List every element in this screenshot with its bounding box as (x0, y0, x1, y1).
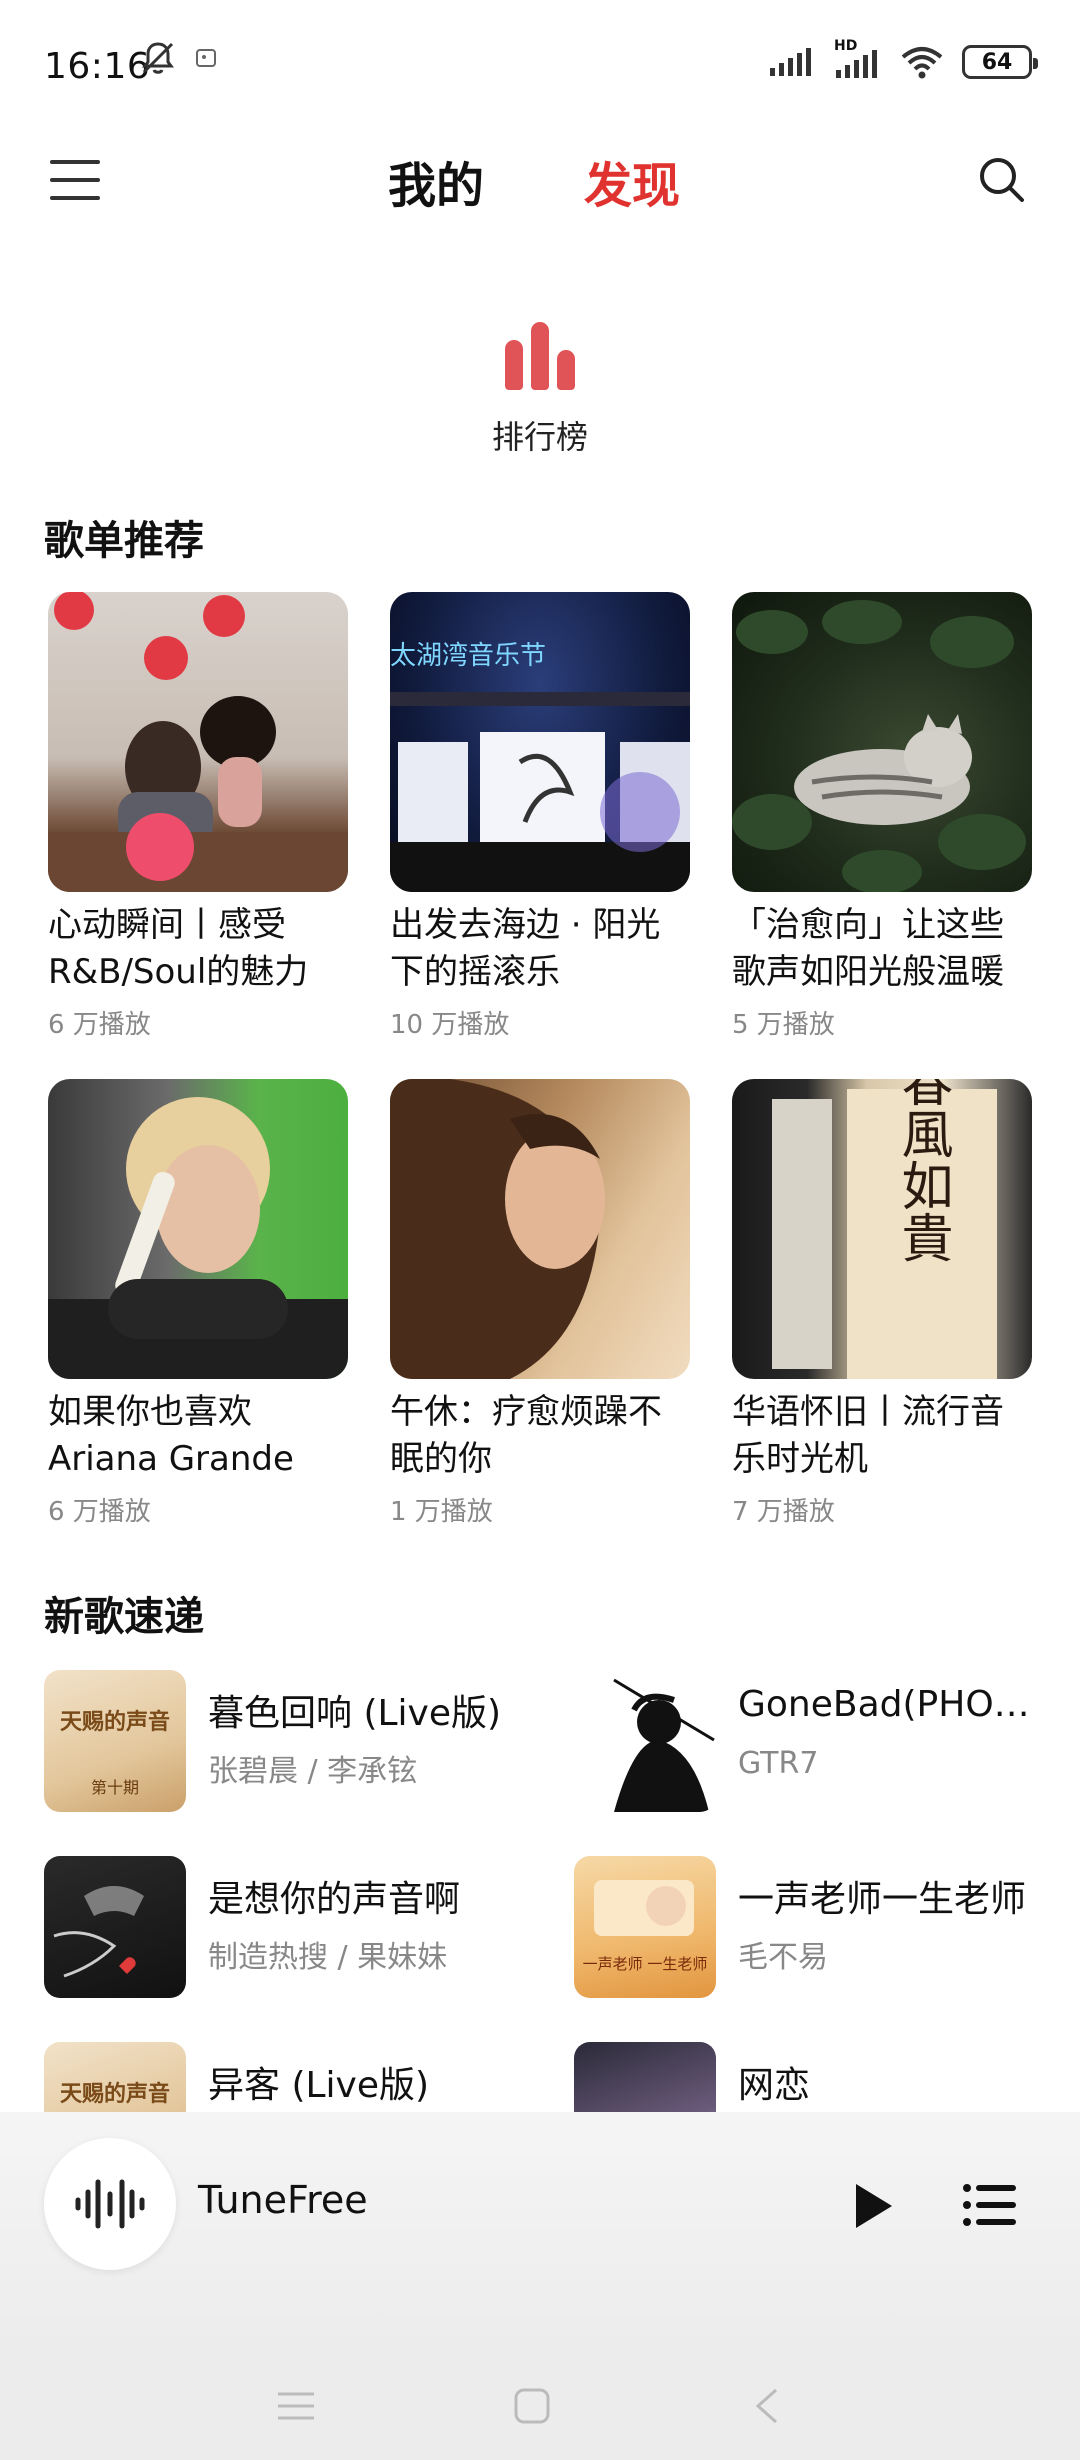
back-icon[interactable] (744, 2382, 792, 2430)
battery-level: 64 (981, 49, 1013, 75)
playlist-title: 「治愈向」让这些歌声如阳光般温暖 (732, 905, 1004, 992)
status-bar: 16:16 HD 64 (0, 0, 1080, 130)
playlist-cover (390, 1079, 690, 1379)
song-artist: 制造热搜 / 果妹妹 (208, 1940, 448, 1975)
new-songs-section-title: 新歌速递 (44, 1594, 204, 1640)
tab-mine[interactable]: 我的 (388, 146, 484, 216)
song-cover-title: 天赐的声音 (59, 2081, 170, 2107)
song-artist: GTR7 (738, 1746, 819, 1781)
playlist-title: 心动瞬间丨感受R&B/Soul的魅力 (48, 905, 309, 992)
playlist-grid: 心动瞬间丨感受R&B/Soul的魅力 6 万播放 太湖湾音乐节 出发去海边 · … (48, 592, 1032, 1528)
playlist-section-title: 歌单推荐 (44, 518, 204, 564)
playlist-title: 华语怀旧丨流行音乐时光机 (732, 1392, 1004, 1479)
playlist-cover: 春風如貴 (732, 1079, 1032, 1379)
playlist-card[interactable]: 心动瞬间丨感受R&B/Soul的魅力 6 万播放 (48, 592, 348, 1041)
wifi-icon (901, 47, 943, 79)
mini-player[interactable]: TuneFree (0, 2112, 1080, 2352)
song-title: GoneBad(PHONK) (738, 1684, 1038, 1725)
song-item[interactable]: GoneBad(PHONK) GTR7 (574, 1670, 1054, 1812)
playlist-cover: 太湖湾音乐节 (390, 592, 690, 892)
song-cover-subtitle: 第十期 (90, 1778, 139, 1797)
ranking-icon (502, 310, 578, 390)
playlist-play-count: 6 万播放 (48, 1010, 151, 1040)
notification-app-icon (196, 49, 216, 67)
home-icon[interactable] (508, 2382, 556, 2430)
playlist-play-count: 10 万播放 (390, 1010, 510, 1040)
playlist-card[interactable]: 太湖湾音乐节 出发去海边 · 阳光下的摇滚乐 10 万播放 (390, 592, 690, 1041)
playlist-card[interactable]: 如果你也喜欢Ariana Grande 6 万播放 (48, 1079, 348, 1528)
playlist-title: 如果你也喜欢Ariana Grande (48, 1392, 294, 1479)
song-cover: 天赐的声音 第十期 (44, 1670, 186, 1812)
song-item[interactable]: 是想你的声音啊 制造热搜 / 果妹妹 (44, 1856, 524, 1998)
playlist-queue-icon[interactable] (962, 2180, 1018, 2230)
player-artwork[interactable] (44, 2138, 176, 2270)
mute-bell-icon (142, 42, 174, 74)
playlist-play-count: 5 万播放 (732, 1010, 835, 1040)
playlist-cover (732, 592, 1032, 892)
song-cover: 一声老师 一生老师 (574, 1856, 716, 1998)
top-header: 我的 发现 (0, 130, 1080, 230)
playlist-card[interactable]: 午休：疗愈烦躁不眠的你 1 万播放 (390, 1079, 690, 1528)
song-item[interactable]: 一声老师 一生老师 一声老师一生老师 毛不易 (574, 1856, 1054, 1998)
playlist-card[interactable]: 「治愈向」让这些歌声如阳光般温暖 5 万播放 (732, 592, 1032, 1041)
waveform-icon (75, 2179, 145, 2229)
playlist-title: 午休：疗愈烦躁不眠的你 (390, 1392, 662, 1479)
battery-indicator: 64 (962, 45, 1038, 79)
player-title: TuneFree (198, 2178, 368, 2222)
playlist-cover (48, 592, 348, 892)
song-artist: 毛不易 (738, 1940, 828, 1975)
playlist-play-count: 7 万播放 (732, 1497, 835, 1527)
play-icon[interactable] (846, 2180, 898, 2232)
ranking-label: 排行榜 (491, 418, 588, 456)
signal-icon (770, 48, 811, 76)
playlist-cover (48, 1079, 348, 1379)
song-title: 网恋 (738, 2065, 811, 2106)
song-cover-text: 一声老师 一生老师 (582, 1955, 708, 1973)
song-title: 异客 (Live版) (208, 2065, 430, 2106)
playlist-card[interactable]: 春風如貴 华语怀旧丨流行音乐时光机 7 万播放 (732, 1079, 1032, 1528)
song-artist: 张碧晨 / 李承铉 (208, 1754, 418, 1789)
song-cover-title: 天赐的声音 (59, 1709, 170, 1735)
cover-calligraphy-text: 春風如貴 (892, 1079, 952, 1263)
song-title: 一声老师一生老师 (738, 1879, 1027, 1920)
system-nav-bar (0, 2352, 1080, 2460)
song-cover (44, 1856, 186, 1998)
menu-icon[interactable] (48, 154, 102, 206)
cover-festival-text: 太湖湾音乐节 (390, 641, 546, 671)
song-title: 是想你的声音啊 (208, 1879, 461, 1920)
search-icon[interactable] (972, 150, 1032, 210)
song-item[interactable]: 天赐的声音 第十期 暮色回响 (Live版) 张碧晨 / 李承铉 (44, 1670, 524, 1812)
status-time: 16:16 (44, 46, 151, 87)
song-cover (574, 1670, 716, 1812)
signal-hd-icon (836, 50, 877, 78)
tab-discover[interactable]: 发现 (584, 146, 680, 216)
song-title: 暮色回响 (Live版) (208, 1693, 502, 1734)
playlist-play-count: 6 万播放 (48, 1497, 151, 1527)
ranking-entry[interactable]: 排行榜 (470, 310, 610, 458)
playlist-play-count: 1 万播放 (390, 1497, 493, 1527)
recents-icon[interactable] (272, 2382, 320, 2430)
playlist-title: 出发去海边 · 阳光下的摇滚乐 (390, 905, 661, 992)
